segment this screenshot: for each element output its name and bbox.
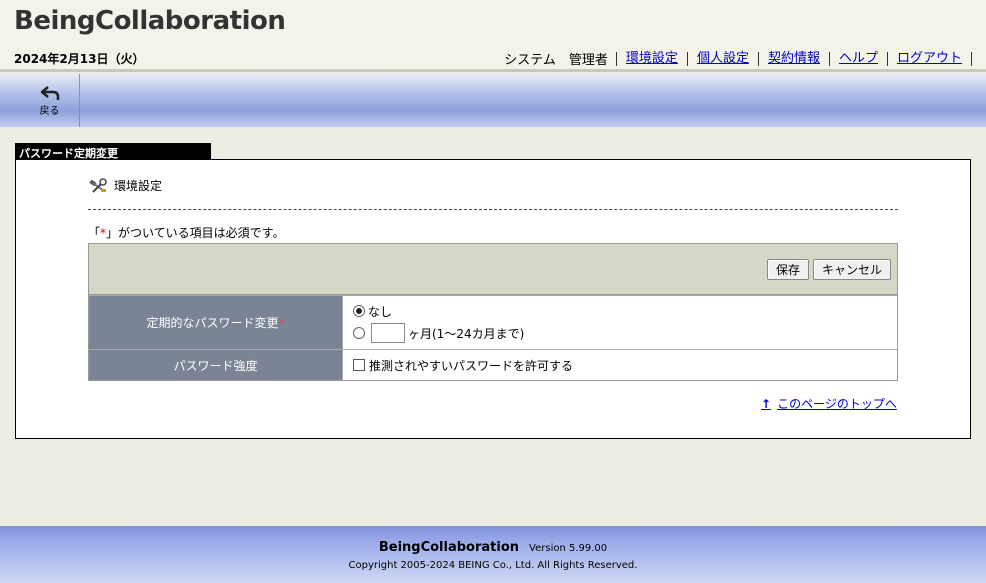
save-button[interactable]: 保存 — [766, 258, 809, 280]
header-divider — [0, 69, 986, 72]
field-value-password-strength: 推測されやすいパスワードを許可する — [343, 350, 897, 380]
required-mark: * — [278, 315, 285, 330]
option-none[interactable]: なし — [353, 300, 887, 322]
nav-link-logout[interactable]: ログアウト — [888, 51, 972, 66]
page-top-link-label[interactable]: このページのトップへ — [777, 395, 897, 412]
radio-months[interactable] — [353, 327, 365, 339]
panel-title: パスワード定期変更 — [15, 143, 211, 160]
form-row-periodic-change: 定期的なパスワード変更 * なし ヶ月(1〜24カ月まで) — [89, 295, 897, 349]
back-button-label: 戻る — [39, 105, 60, 117]
footer: BeingCollaboration Version 5.99.00 Copyr… — [0, 526, 986, 583]
toolbar: 戻る — [0, 74, 986, 127]
user-name: システム 管理者 — [504, 53, 608, 68]
nav-link-help[interactable]: ヘルプ — [830, 51, 888, 66]
breadcrumb: 環境設定 — [88, 177, 162, 194]
form-action-bar: 保存 キャンセル — [89, 244, 897, 295]
app-title: BeingCollaboration — [14, 6, 286, 36]
back-arrow-icon — [40, 85, 59, 100]
option-months-label: ヶ月(1〜24カ月まで) — [408, 326, 525, 341]
field-label-periodic-change: 定期的なパスワード変更 * — [89, 296, 343, 349]
settings-form: 保存 キャンセル 定期的なパスワード変更 * なし ヶ月(1〜24カ月まで) パス… — [88, 243, 898, 381]
page-top-link[interactable]: ↑ このページのトップへ — [761, 395, 897, 412]
up-arrow-icon: ↑ — [761, 396, 772, 411]
cancel-button[interactable]: キャンセル — [812, 258, 891, 280]
dashed-divider — [88, 209, 898, 210]
header: BeingCollaboration 2024年2月13日（火） システム 管理… — [0, 0, 986, 72]
current-date: 2024年2月13日（火） — [14, 52, 145, 66]
radio-none[interactable] — [353, 305, 365, 317]
nav-link-personal-settings[interactable]: 個人設定 — [688, 51, 759, 66]
password-settings-panel: 環境設定 「*」がついている項目は必須です。 保存 キャンセル 定期的なパスワー… — [15, 159, 971, 439]
form-row-password-strength: パスワード強度 推測されやすいパスワードを許可する — [89, 349, 897, 380]
field-label-password-strength: パスワード強度 — [89, 350, 343, 380]
field-value-periodic-change: なし ヶ月(1〜24カ月まで) — [343, 296, 897, 349]
breadcrumb-label: 環境設定 — [114, 179, 163, 193]
footer-copyright: Copyright 2005-2024 BEING Co., Ltd. All … — [348, 560, 638, 571]
allow-weak-password-checkbox[interactable] — [353, 359, 365, 371]
required-note: 「*」がついている項目は必須です。 — [88, 226, 285, 240]
tools-icon — [89, 177, 107, 193]
footer-brand: BeingCollaboration — [378, 540, 520, 555]
allow-weak-password-label[interactable]: 推測されやすいパスワードを許可する — [369, 357, 573, 374]
option-months[interactable]: ヶ月(1〜24カ月まで) — [353, 322, 887, 344]
nav-link-contract-info[interactable]: 契約情報 — [759, 51, 830, 66]
option-none-label: なし — [368, 304, 393, 319]
months-input[interactable] — [371, 323, 405, 343]
top-nav: システム 管理者 環境設定 個人設定 契約情報 ヘルプ ログアウト — [504, 49, 972, 68]
nav-link-environment-settings[interactable]: 環境設定 — [622, 51, 688, 66]
footer-version: Version 5.99.00 — [529, 543, 608, 554]
nav-separator — [615, 51, 617, 66]
back-button[interactable]: 戻る — [20, 74, 80, 127]
